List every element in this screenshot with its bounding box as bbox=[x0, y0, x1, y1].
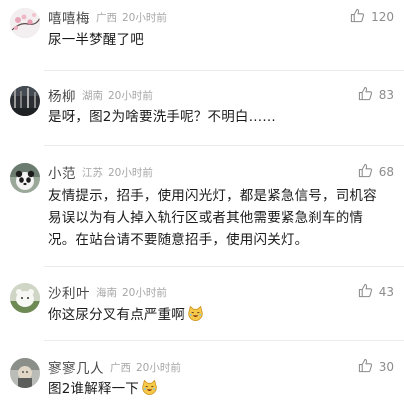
like-button[interactable]: 120 bbox=[350, 8, 394, 26]
comment-text: 尿一半梦醒了吧 bbox=[48, 30, 388, 51]
like-button[interactable]: 83 bbox=[358, 86, 394, 104]
username[interactable]: 小范 bbox=[48, 162, 76, 182]
divider bbox=[44, 70, 404, 71]
like-button[interactable]: 68 bbox=[358, 163, 394, 181]
username[interactable]: 沙利叶 bbox=[48, 282, 90, 302]
comment-body: 友情提示，招手，使用闪光灯，都是紧急信号，司机容易误以为有人掉入轨行区或者其他需… bbox=[48, 188, 377, 248]
comment-text: 友情提示，招手，使用闪光灯，都是紧急信号，司机容易误以为有人掉入轨行区或者其他需… bbox=[48, 185, 388, 251]
comment-text: 你这尿分叉有点严重啊 bbox=[48, 305, 388, 326]
divider bbox=[44, 145, 404, 146]
comment-feed: 嘻嘻梅 广西 20小时前 120 尿一半梦醒了吧 杨柳 湖南 20小时前 83 … bbox=[0, 0, 404, 407]
like-button[interactable]: 30 bbox=[358, 358, 394, 376]
location: 广西 bbox=[110, 361, 131, 374]
comment-body: 图2谁解释一下 bbox=[48, 381, 139, 397]
avatar[interactable] bbox=[10, 86, 40, 116]
thumbs-up-icon bbox=[350, 8, 365, 27]
avatar[interactable] bbox=[10, 283, 40, 313]
like-count: 83 bbox=[378, 88, 394, 102]
comment-meta: 沙利叶 海南 20小时前 bbox=[48, 282, 167, 302]
comment-body: 是呀，图2为啥要洗手呢？不明白…… bbox=[48, 109, 276, 125]
like-count: 68 bbox=[378, 165, 394, 179]
thumbs-up-icon bbox=[358, 86, 373, 105]
username[interactable]: 嘻嘻梅 bbox=[48, 7, 90, 27]
comment-meta: 小范 江苏 20小时前 bbox=[48, 162, 153, 182]
avatar[interactable] bbox=[10, 358, 40, 388]
timestamp: 20小时前 bbox=[122, 286, 167, 299]
timestamp: 20小时前 bbox=[108, 166, 153, 179]
username[interactable]: 寥寥几人 bbox=[48, 357, 104, 377]
thumbs-up-icon bbox=[358, 163, 373, 182]
avatar[interactable] bbox=[10, 163, 40, 193]
location: 江苏 bbox=[82, 166, 103, 179]
location: 广西 bbox=[96, 11, 117, 24]
location: 海南 bbox=[96, 286, 117, 299]
divider bbox=[44, 266, 404, 267]
thumbs-up-icon bbox=[358, 358, 373, 377]
laughing-cat-emoji-icon bbox=[141, 379, 158, 396]
comment-body: 尿一半梦醒了吧 bbox=[48, 32, 144, 48]
thumbs-up-icon bbox=[358, 283, 373, 302]
timestamp: 20小时前 bbox=[108, 89, 153, 102]
laughing-cat-emoji-icon bbox=[187, 305, 204, 322]
comment-meta: 嘻嘻梅 广西 20小时前 bbox=[48, 7, 167, 27]
comment-text: 图2谁解释一下 bbox=[48, 379, 388, 400]
comment-meta: 杨柳 湖南 20小时前 bbox=[48, 85, 153, 105]
divider bbox=[44, 340, 404, 341]
timestamp: 20小时前 bbox=[122, 11, 167, 24]
comment-body: 你这尿分叉有点严重啊 bbox=[48, 307, 185, 323]
like-count: 30 bbox=[378, 360, 394, 374]
location: 湖南 bbox=[82, 89, 103, 102]
like-button[interactable]: 43 bbox=[358, 283, 394, 301]
comment-text: 是呀，图2为啥要洗手呢？不明白…… bbox=[48, 107, 388, 128]
like-count: 43 bbox=[378, 285, 394, 299]
username[interactable]: 杨柳 bbox=[48, 85, 76, 105]
comment-meta: 寥寥几人 广西 20小时前 bbox=[48, 357, 181, 377]
avatar[interactable] bbox=[10, 8, 40, 38]
timestamp: 20小时前 bbox=[136, 361, 181, 374]
like-count: 120 bbox=[371, 10, 394, 24]
